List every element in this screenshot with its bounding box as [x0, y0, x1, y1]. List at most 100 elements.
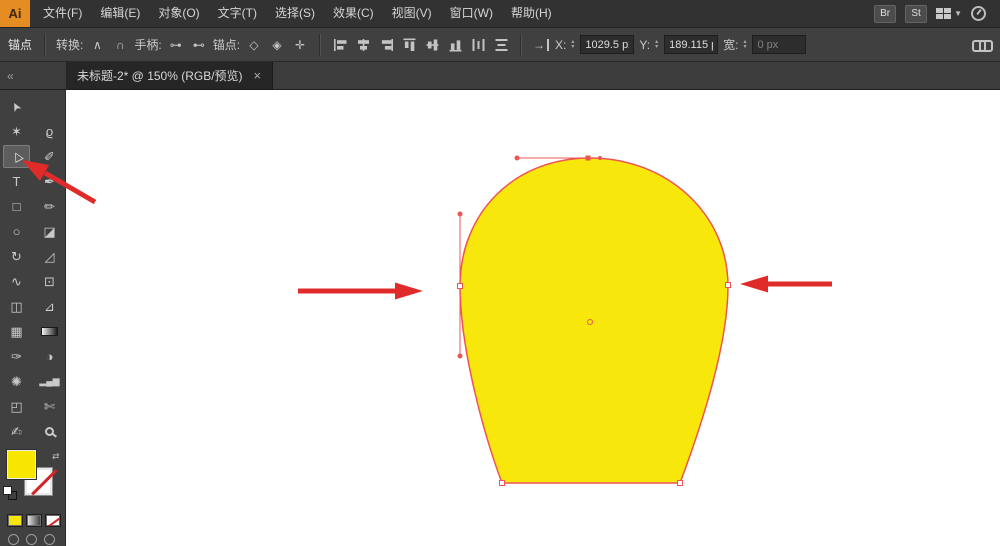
- handle-dot[interactable]: [458, 212, 463, 217]
- tool-shape-builder[interactable]: ◫: [3, 295, 30, 318]
- tool-selection[interactable]: ➤: [3, 95, 30, 118]
- document-tab[interactable]: 未标题-2* @ 150% (RGB/预览) ×: [66, 62, 273, 89]
- tool-slice[interactable]: ✄: [36, 395, 63, 418]
- divider: [520, 34, 522, 56]
- magic-wand-icon: ✶: [11, 124, 22, 140]
- anchor-point[interactable]: [726, 283, 731, 288]
- document-tab-title: 未标题-2* @ 150% (RGB/预览): [77, 67, 243, 84]
- tool-type[interactable]: T: [3, 170, 30, 193]
- shape-builder-icon: ◫: [10, 299, 22, 315]
- tool-column-graph[interactable]: ▂▄▆: [36, 370, 63, 393]
- anchor-point-selected[interactable]: [586, 156, 591, 161]
- link-dimensions-icon[interactable]: [972, 39, 990, 50]
- rotate-icon: ↻: [11, 249, 22, 265]
- tool-eyedropper[interactable]: ✑: [3, 345, 30, 368]
- tool-artboard[interactable]: ◰: [3, 395, 30, 418]
- convert-to-corner-button[interactable]: ∧: [88, 36, 106, 54]
- width-input[interactable]: [752, 35, 806, 54]
- tool-rotate[interactable]: ↻: [3, 245, 30, 268]
- anchor-point[interactable]: [678, 481, 683, 486]
- balloon-shape[interactable]: [460, 158, 728, 483]
- draw-behind-icon[interactable]: [26, 534, 37, 545]
- y-stepper[interactable]: ▴▾: [655, 40, 658, 50]
- handle-dot[interactable]: [598, 156, 602, 160]
- anchor-options-button[interactable]: ✛: [291, 36, 309, 54]
- width-stepper[interactable]: ▴▾: [743, 40, 746, 50]
- remove-anchor-button[interactable]: ◇: [245, 36, 263, 54]
- stock-button[interactable]: St: [905, 5, 927, 23]
- tool-zoom[interactable]: [36, 420, 63, 443]
- app-logo-icon: Ai: [0, 0, 30, 27]
- menu-item-edit[interactable]: 编辑(E): [91, 0, 149, 27]
- handle-dot[interactable]: [458, 354, 463, 359]
- y-input[interactable]: [664, 35, 718, 54]
- align-center-button[interactable]: [354, 36, 372, 54]
- align-bottom-button[interactable]: [446, 36, 464, 54]
- distribute-horizontal-button[interactable]: [469, 36, 487, 54]
- context-label: 锚点: [8, 36, 32, 53]
- draw-inside-icon[interactable]: [44, 534, 55, 545]
- symbol-sprayer-icon: ✺: [11, 374, 22, 390]
- align-top-button[interactable]: [400, 36, 418, 54]
- cs-live-icon[interactable]: [971, 6, 986, 21]
- show-handles-button[interactable]: ⊶: [167, 36, 185, 54]
- tool-width[interactable]: ∿: [3, 270, 30, 293]
- tool-rectangle[interactable]: □: [3, 195, 30, 218]
- gradient-mode-button[interactable]: [26, 514, 42, 527]
- align-to-selection-button[interactable]: →: [532, 36, 550, 54]
- menu-item-effect[interactable]: 效果(C): [324, 0, 383, 27]
- color-mode-button[interactable]: [7, 514, 23, 527]
- tool-blend[interactable]: ◑: [36, 345, 63, 368]
- default-fill-stroke-icon[interactable]: [3, 486, 17, 500]
- align-middle-button[interactable]: [423, 36, 441, 54]
- tool-lasso[interactable]: ϱ: [36, 120, 63, 143]
- tool-free-transform[interactable]: ⊡: [36, 270, 63, 293]
- bridge-button[interactable]: Br: [874, 5, 896, 23]
- anchor-point[interactable]: [500, 481, 505, 486]
- tool-scale[interactable]: ◿: [36, 245, 63, 268]
- menu-item-type[interactable]: 文字(T): [209, 0, 266, 27]
- tool-direct-selection[interactable]: ▷: [3, 145, 30, 168]
- close-tab-icon[interactable]: ×: [254, 68, 262, 83]
- menu-item-file[interactable]: 文件(F): [34, 0, 91, 27]
- swap-fill-stroke-icon[interactable]: ⇄: [52, 451, 60, 462]
- pencil-icon: ✏: [44, 199, 55, 215]
- convert-to-smooth-button[interactable]: ∩: [111, 36, 129, 54]
- align-left-button[interactable]: [331, 36, 349, 54]
- x-stepper[interactable]: ▴▾: [571, 40, 574, 50]
- tool-perspective-grid[interactable]: ⊿: [36, 295, 63, 318]
- anchor-point[interactable]: [458, 284, 463, 289]
- hide-handles-button[interactable]: ⊷: [190, 36, 208, 54]
- draw-normal-icon[interactable]: [8, 534, 19, 545]
- handle-dot[interactable]: [515, 156, 520, 161]
- tool-pencil[interactable]: ✏: [36, 195, 63, 218]
- tool-ellipse[interactable]: ○: [3, 220, 30, 243]
- tool-pen[interactable]: ✒: [36, 170, 63, 193]
- x-input[interactable]: [580, 35, 634, 54]
- tool-paintbrush[interactable]: ✐: [36, 145, 63, 168]
- menu-item-select[interactable]: 选择(S): [266, 0, 324, 27]
- illustrator-window: Ai 文件(F) 编辑(E) 对象(O) 文字(T) 选择(S) 效果(C) 视…: [0, 0, 1000, 546]
- none-mode-button[interactable]: [45, 514, 61, 527]
- menu-item-view[interactable]: 视图(V): [383, 0, 441, 27]
- tool-hand[interactable]: ✍: [3, 420, 30, 443]
- pen-icon: ✒: [44, 174, 55, 190]
- tool-gradient[interactable]: [36, 320, 63, 343]
- fill-swatch[interactable]: [7, 450, 36, 479]
- free-transform-icon: ⊡: [44, 274, 55, 290]
- tool-eraser[interactable]: ◪: [36, 220, 63, 243]
- menu-bar: Ai 文件(F) 编辑(E) 对象(O) 文字(T) 选择(S) 效果(C) 视…: [0, 0, 1000, 28]
- workspace-switcher[interactable]: ▼: [936, 8, 962, 19]
- menu-item-help[interactable]: 帮助(H): [502, 0, 561, 27]
- tool-symbol-sprayer[interactable]: ✺: [3, 370, 30, 393]
- toolbar-collapse-button[interactable]: «: [0, 62, 66, 89]
- collapse-chevrons-icon: «: [7, 69, 14, 83]
- menu-item-object[interactable]: 对象(O): [149, 0, 208, 27]
- artboard-canvas[interactable]: [66, 90, 1000, 546]
- distribute-vertical-button[interactable]: [492, 36, 510, 54]
- menu-item-window[interactable]: 窗口(W): [441, 0, 502, 27]
- tool-mesh[interactable]: ▦: [3, 320, 30, 343]
- align-right-button[interactable]: [377, 36, 395, 54]
- add-anchor-button[interactable]: ◈: [268, 36, 286, 54]
- tool-magic-wand[interactable]: ✶: [3, 120, 30, 143]
